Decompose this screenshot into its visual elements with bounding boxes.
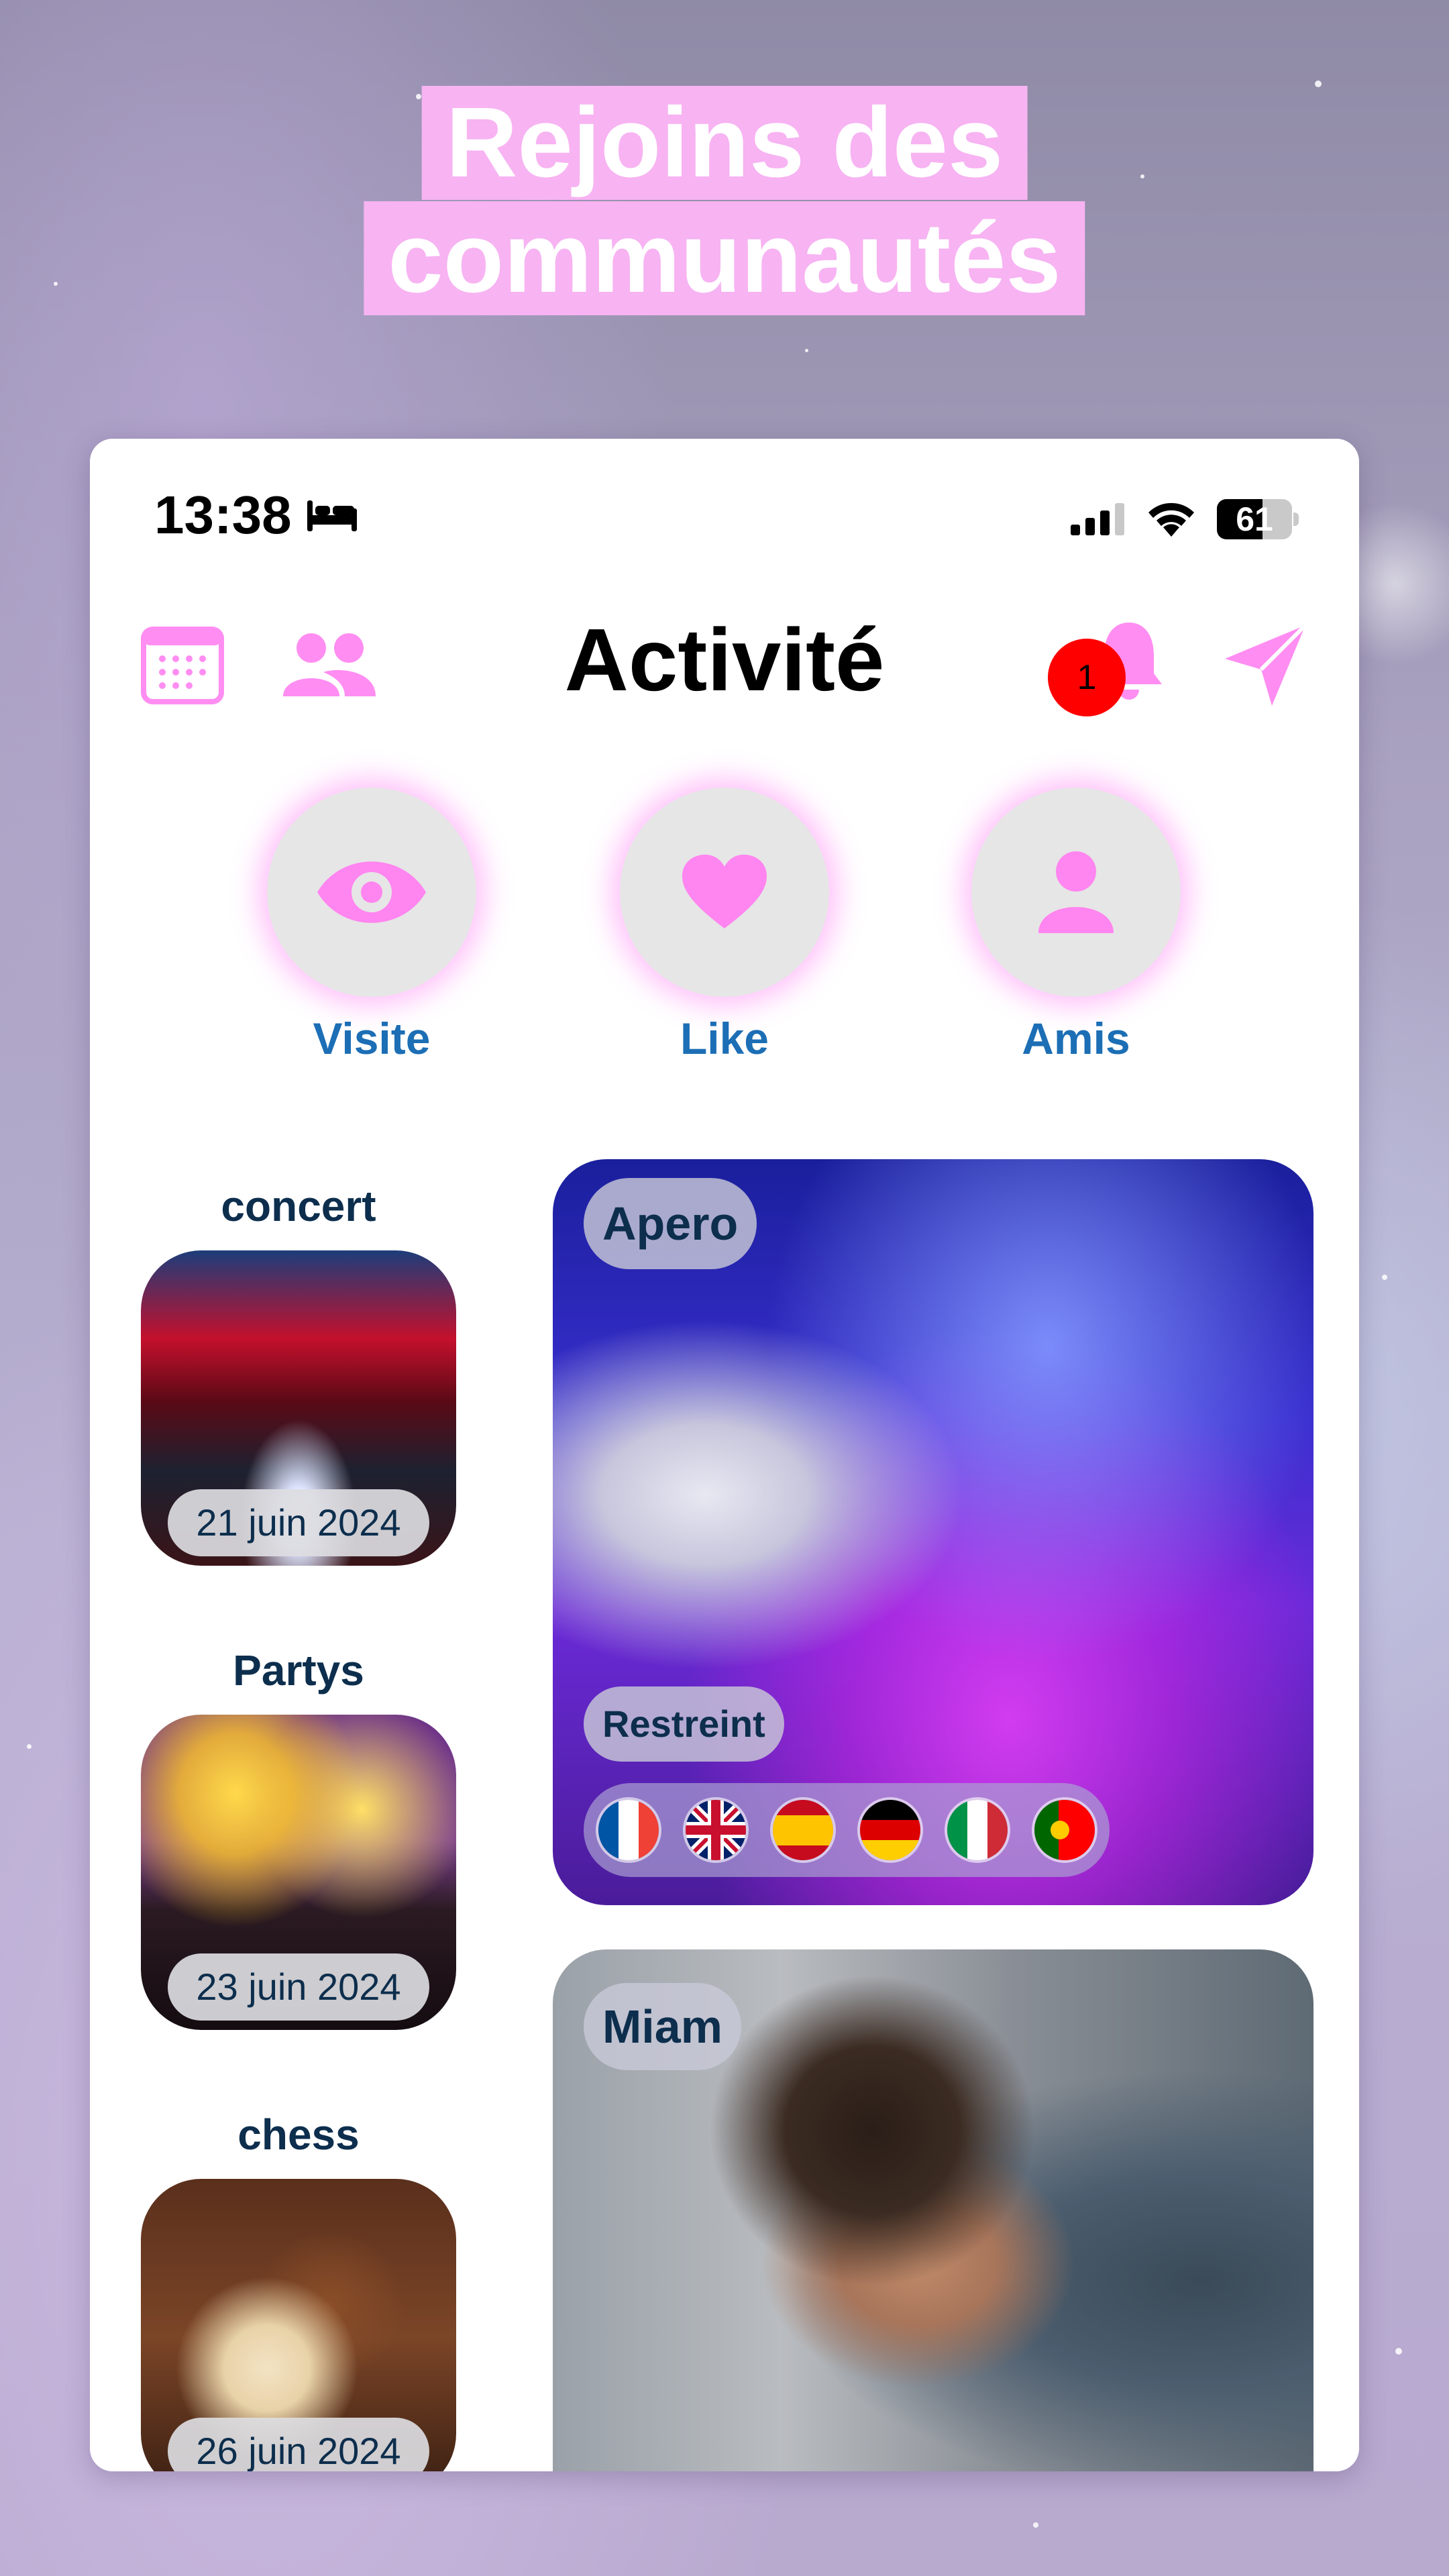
card-title: Apero [584,1178,757,1269]
headline-line-1: Rejoins des [421,86,1028,200]
visits-label: Visite [313,1014,431,1063]
star [54,282,58,286]
star [1395,2348,1402,2355]
italy-flag [947,1800,1008,1860]
access-badge: Restreint [584,1686,784,1762]
headline-line-2: communautés [364,201,1085,315]
star [27,1744,32,1749]
friends-label: Amis [1022,1014,1130,1063]
battery-percent: 61 [1236,500,1273,538]
person-icon [1038,851,1114,933]
status-time: 13:38 [154,485,292,545]
send-icon[interactable] [1222,621,1309,708]
event-card-apero[interactable]: Apero Restreint [553,1159,1313,1905]
phone-screen: 13:38 61 Activité 1 Visite Like Amis con… [90,439,1359,2471]
portugal-flag [1034,1800,1095,1860]
visits-button[interactable]: Visite [264,788,479,1064]
bed-icon [307,500,357,531]
likes-button[interactable]: Like [617,788,832,1064]
spain-flag [773,1800,833,1860]
category-title: chess [237,2110,360,2159]
germany-flag [860,1800,920,1860]
heart-icon [682,855,767,928]
card-title: Miam [584,1983,741,2070]
event-date: 21 juin 2024 [168,1489,429,1556]
star [1315,80,1322,87]
battery-indicator: 61 [1217,499,1300,539]
france-flag [598,1800,659,1860]
likes-label: Like [680,1014,769,1063]
category-title: concert [221,1182,376,1230]
star [1140,174,1144,178]
event-date: 26 juin 2024 [168,2418,429,2471]
star [1382,1275,1387,1280]
notification-badge: 1 [1048,639,1126,716]
category-title: Partys [233,1646,364,1695]
party-image: 23 juin 2024 [141,1715,456,2030]
chess-image: 26 juin 2024 [141,2179,456,2471]
event-date: 23 juin 2024 [168,1953,429,2021]
cellular-signal-icon [1071,503,1124,535]
eye-icon [317,861,426,923]
category-chess[interactable]: chess 26 juin 2024 [141,2108,456,2471]
language-flags [584,1783,1110,1877]
page-title: Activité [564,610,885,709]
category-partys[interactable]: Partys 23 juin 2024 [141,1644,456,2030]
star [805,349,808,352]
star [416,94,421,99]
wifi-icon [1148,502,1194,537]
concert-image: 21 juin 2024 [141,1250,456,1566]
category-concert[interactable]: concert 21 juin 2024 [141,1179,456,1566]
friends-button[interactable]: Amis [969,788,1183,1064]
star [1033,2522,1038,2528]
uk-flag [686,1800,746,1860]
event-card-miam[interactable]: Miam [553,1949,1313,2471]
